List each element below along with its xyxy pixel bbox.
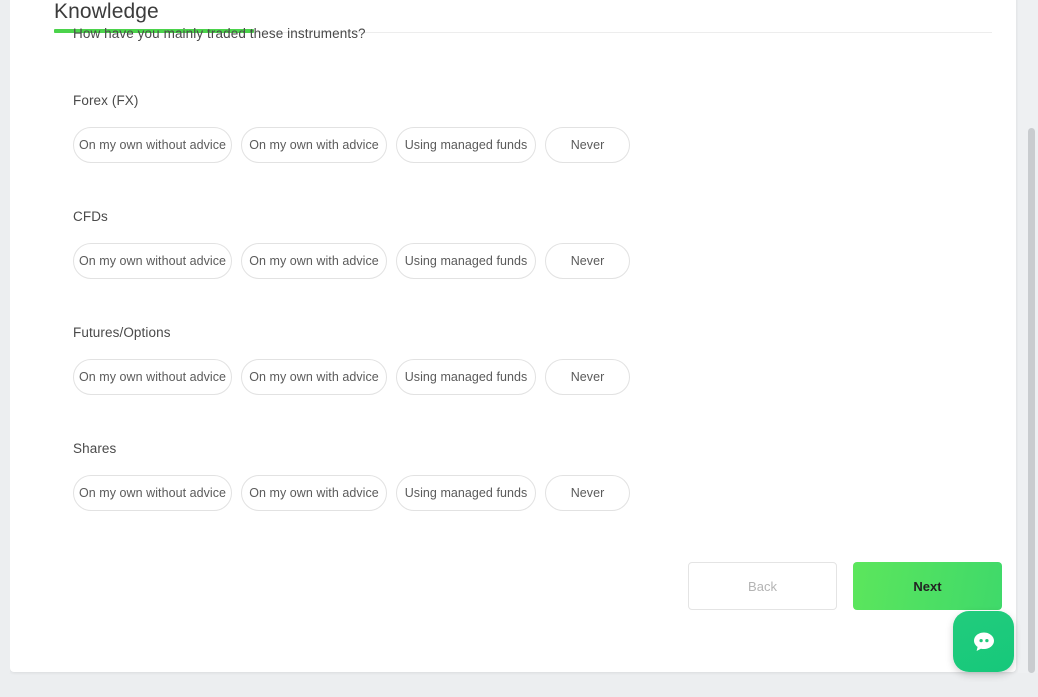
instrument-group-futures-options: Futures/Options On my own without advice…	[73, 325, 639, 395]
option-on-my-own-without-advice[interactable]: On my own without advice	[73, 475, 232, 511]
question-text: How have you mainly traded these instrum…	[73, 26, 366, 41]
option-on-my-own-with-advice[interactable]: On my own with advice	[241, 359, 387, 395]
option-on-my-own-without-advice[interactable]: On my own without advice	[73, 359, 232, 395]
instrument-group-shares: Shares On my own without advice On my ow…	[73, 441, 639, 511]
option-on-my-own-without-advice[interactable]: On my own without advice	[73, 127, 232, 163]
instrument-group-forex: Forex (FX) On my own without advice On m…	[73, 93, 639, 163]
option-on-my-own-with-advice[interactable]: On my own with advice	[241, 475, 387, 511]
next-button[interactable]: Next	[853, 562, 1002, 610]
left-gutter	[0, 0, 10, 673]
group-label: Futures/Options	[73, 325, 171, 340]
chat-bubble-icon	[967, 625, 1001, 659]
form-card: Knowledge How have you mainly traded the…	[10, 0, 1016, 672]
option-never[interactable]: Never	[545, 243, 630, 279]
page-root: Knowledge How have you mainly traded the…	[0, 0, 1038, 697]
option-on-my-own-with-advice[interactable]: On my own with advice	[241, 243, 387, 279]
option-never[interactable]: Never	[545, 475, 630, 511]
scrollbar-thumb[interactable]	[1028, 128, 1035, 673]
instrument-group-cfds: CFDs On my own without advice On my own …	[73, 209, 639, 279]
option-using-managed-funds[interactable]: Using managed funds	[396, 475, 536, 511]
option-on-my-own-without-advice[interactable]: On my own without advice	[73, 243, 232, 279]
option-row: On my own without advice On my own with …	[73, 475, 639, 511]
page-scrollbar[interactable]	[1018, 0, 1038, 673]
option-row: On my own without advice On my own with …	[73, 243, 639, 279]
option-on-my-own-with-advice[interactable]: On my own with advice	[241, 127, 387, 163]
group-label: Shares	[73, 441, 117, 456]
option-row: On my own without advice On my own with …	[73, 127, 639, 163]
option-using-managed-funds[interactable]: Using managed funds	[396, 243, 536, 279]
option-row: On my own without advice On my own with …	[73, 359, 639, 395]
group-label: CFDs	[73, 209, 108, 224]
tab-knowledge[interactable]: Knowledge	[54, 0, 159, 24]
option-never[interactable]: Never	[545, 127, 630, 163]
form-footer: Back Next	[688, 562, 1002, 610]
option-never[interactable]: Never	[545, 359, 630, 395]
chat-launcher-button[interactable]	[953, 611, 1014, 672]
back-button[interactable]: Back	[688, 562, 837, 610]
group-label: Forex (FX)	[73, 93, 139, 108]
option-using-managed-funds[interactable]: Using managed funds	[396, 127, 536, 163]
option-using-managed-funds[interactable]: Using managed funds	[396, 359, 536, 395]
